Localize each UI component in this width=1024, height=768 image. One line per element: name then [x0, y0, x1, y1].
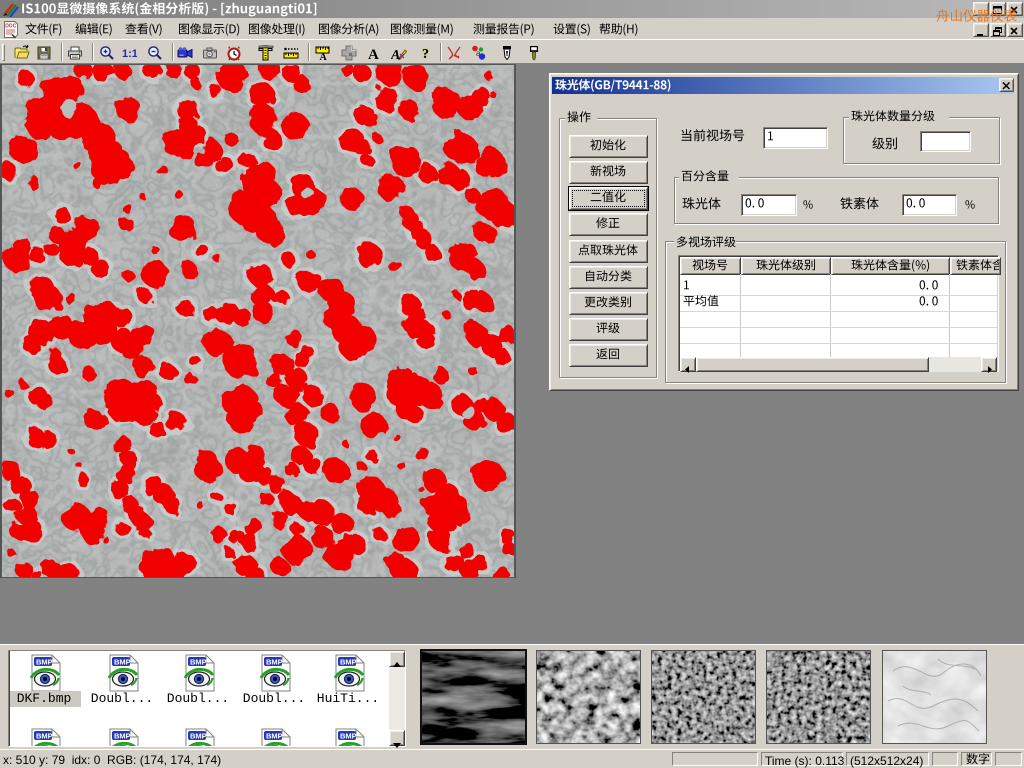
svg-text:BMP: BMP: [340, 658, 357, 667]
svg-text:A: A: [368, 47, 379, 61]
svg-text:A: A: [320, 52, 328, 61]
svg-text:1:1: 1:1: [122, 48, 137, 60]
svg-text:BMP: BMP: [114, 732, 131, 741]
svg-text:BMP: BMP: [36, 658, 53, 667]
svg-text:BMP: BMP: [36, 732, 53, 741]
svg-text:?: ?: [422, 47, 429, 61]
svg-text:BMP: BMP: [266, 658, 283, 667]
svg-text:BMP: BMP: [340, 732, 357, 741]
svg-text:BMP: BMP: [266, 732, 283, 741]
svg-text:DOC: DOC: [5, 24, 17, 30]
svg-text:BMP: BMP: [190, 732, 207, 741]
svg-text:BMP: BMP: [190, 658, 207, 667]
svg-text:BMP: BMP: [114, 658, 131, 667]
